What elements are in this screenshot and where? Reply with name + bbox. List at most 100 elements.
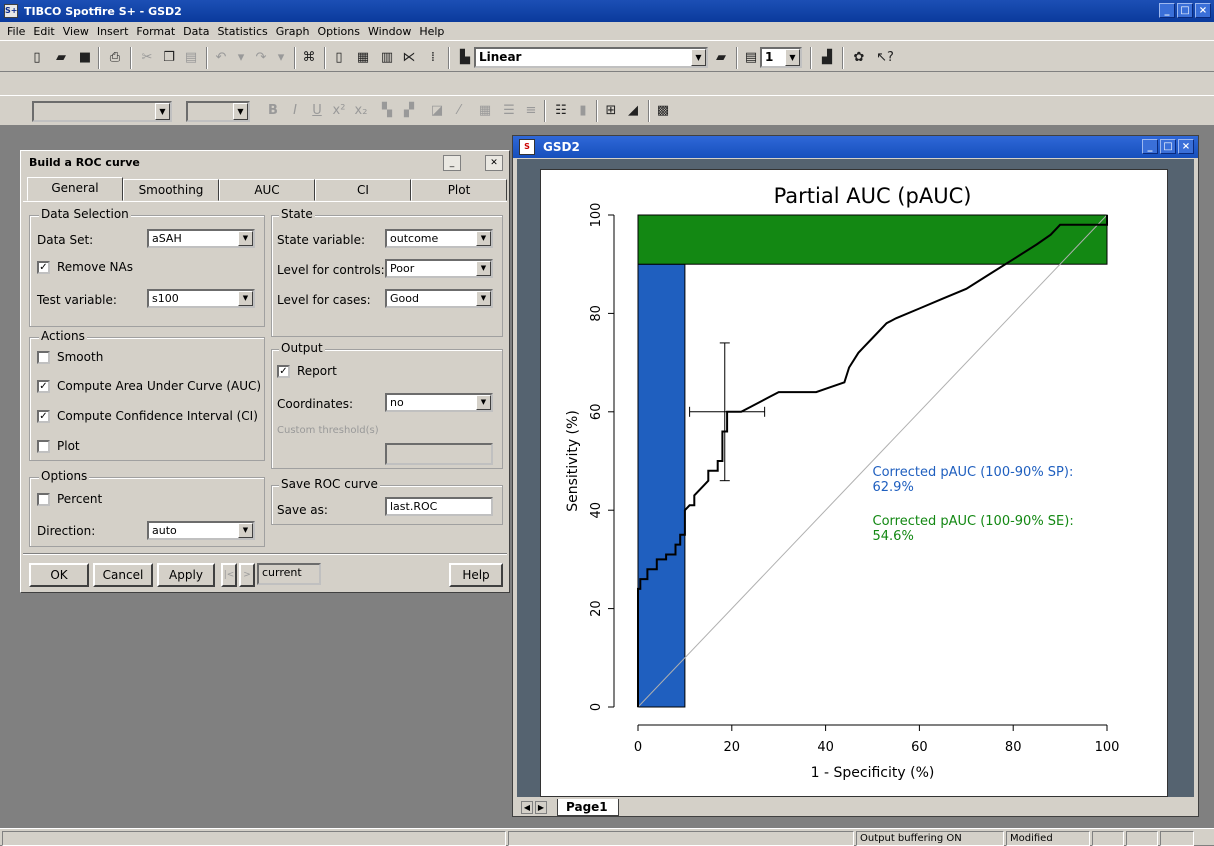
menu-window[interactable]: Window bbox=[364, 25, 415, 38]
apply-button[interactable]: Apply bbox=[157, 563, 215, 587]
plot-checkbox[interactable] bbox=[37, 440, 50, 453]
maximize-button[interactable]: □ bbox=[1177, 3, 1193, 18]
report-icon[interactable]: ▥ bbox=[378, 49, 396, 67]
tab-smoothing[interactable]: Smoothing bbox=[123, 179, 219, 201]
column-icon[interactable]: ▮ bbox=[574, 102, 592, 120]
undo-dropdown-icon[interactable]: ▾ bbox=[232, 49, 250, 67]
tab-page1[interactable]: Page1 bbox=[557, 799, 619, 816]
italic-icon[interactable]: I bbox=[286, 102, 304, 120]
graph-close-button[interactable]: × bbox=[1178, 139, 1194, 154]
chevron-down-icon[interactable]: ▼ bbox=[476, 395, 491, 410]
line-color-icon[interactable]: ⁄ bbox=[450, 102, 468, 120]
menu-statistics[interactable]: Statistics bbox=[213, 25, 271, 38]
undo-icon[interactable]: ↶ bbox=[212, 49, 230, 67]
plot-type-icon[interactable]: ▙ bbox=[456, 49, 474, 67]
object-explorer-icon[interactable]: ⌘ bbox=[300, 49, 318, 67]
level-cases-select[interactable]: Good ▼ bbox=[385, 289, 493, 308]
data-window-icon[interactable]: ▦ bbox=[354, 49, 372, 67]
chevron-down-icon[interactable]: ▼ bbox=[233, 103, 248, 120]
plot-type-select[interactable]: Linear ▼ bbox=[474, 47, 708, 68]
chart-wizard-icon[interactable]: ▟ bbox=[818, 49, 836, 67]
open-folder-icon[interactable]: ▰ bbox=[52, 49, 70, 67]
close-button[interactable]: × bbox=[1195, 3, 1211, 18]
justify-icon[interactable]: ≡ bbox=[522, 102, 540, 120]
tab-general[interactable]: General bbox=[27, 177, 123, 201]
tab-auc[interactable]: AUC bbox=[219, 179, 315, 201]
smooth-checkbox[interactable] bbox=[37, 351, 50, 364]
print-icon[interactable]: ⎙ bbox=[106, 49, 124, 67]
graph-minimize-button[interactable]: _ bbox=[1142, 139, 1158, 154]
insert-graph-icon[interactable]: ⊞ bbox=[602, 102, 620, 120]
chevron-down-icon[interactable]: ▼ bbox=[238, 231, 253, 246]
tab-ci[interactable]: CI bbox=[315, 179, 411, 201]
menu-graph[interactable]: Graph bbox=[272, 25, 314, 38]
layout-icon[interactable]: ▩ bbox=[654, 102, 672, 120]
menu-view[interactable]: View bbox=[59, 25, 93, 38]
send-back-icon[interactable]: ▞ bbox=[400, 102, 418, 120]
dialog-close-icon[interactable]: ✕ bbox=[485, 155, 503, 171]
list-view-icon[interactable]: ☷ bbox=[552, 102, 570, 120]
subscript-icon[interactable]: x₂ bbox=[352, 102, 370, 120]
dialog-minimize-icon[interactable]: _ bbox=[443, 155, 461, 171]
grid-select-icon[interactable]: ⁞ bbox=[424, 49, 442, 67]
redo-dropdown-icon[interactable]: ▾ bbox=[272, 49, 290, 67]
ok-button[interactable]: OK bbox=[29, 563, 89, 587]
context-help-icon[interactable]: ↖? bbox=[876, 49, 894, 67]
chevron-down-icon[interactable]: ▼ bbox=[476, 291, 491, 306]
menu-edit[interactable]: Edit bbox=[29, 25, 58, 38]
bold-icon[interactable]: B bbox=[264, 102, 282, 120]
help-button[interactable]: Help bbox=[449, 563, 503, 587]
previous-icon[interactable]: |< bbox=[221, 563, 237, 587]
chevron-down-icon[interactable]: ▼ bbox=[691, 49, 706, 66]
format-table-icon[interactable]: ▦ bbox=[476, 102, 494, 120]
compute-auc-checkbox[interactable]: ✓ bbox=[37, 380, 50, 393]
font-size-select[interactable]: ▼ bbox=[186, 101, 250, 122]
menu-options[interactable]: Options bbox=[313, 25, 363, 38]
next-icon[interactable]: > bbox=[239, 563, 255, 587]
cancel-button[interactable]: Cancel bbox=[93, 563, 153, 587]
current-field[interactable]: current bbox=[257, 563, 321, 585]
chevron-down-icon[interactable]: ▼ bbox=[155, 103, 170, 120]
redo-icon[interactable]: ↷ bbox=[252, 49, 270, 67]
chevron-down-icon[interactable]: ▼ bbox=[785, 49, 800, 66]
percent-checkbox[interactable] bbox=[37, 493, 50, 506]
menu-file[interactable]: File bbox=[3, 25, 29, 38]
cut-columns-icon[interactable]: ⋉ bbox=[400, 49, 418, 67]
tab-scroll-left-icon[interactable]: ◀ bbox=[521, 801, 533, 814]
menu-format[interactable]: Format bbox=[132, 25, 179, 38]
page-count-select[interactable]: 1 ▼ bbox=[760, 47, 802, 68]
copy-icon[interactable]: ❐ bbox=[160, 49, 178, 67]
superscript-icon[interactable]: x² bbox=[330, 102, 348, 120]
test-variable-select[interactable]: s100 ▼ bbox=[147, 289, 255, 308]
fill-color-icon[interactable]: ◪ bbox=[428, 102, 446, 120]
chevron-down-icon[interactable]: ▼ bbox=[238, 523, 253, 538]
graph-maximize-button[interactable]: □ bbox=[1160, 139, 1176, 154]
font-name-select[interactable]: ▼ bbox=[32, 101, 172, 122]
chevron-down-icon[interactable]: ▼ bbox=[476, 261, 491, 276]
chevron-down-icon[interactable]: ▼ bbox=[238, 291, 253, 306]
menu-data[interactable]: Data bbox=[179, 25, 213, 38]
state-variable-select[interactable]: outcome ▼ bbox=[385, 229, 493, 248]
remove-nas-checkbox[interactable]: ✓ bbox=[37, 261, 50, 274]
save-icon[interactable]: ■ bbox=[76, 49, 94, 67]
underline-icon[interactable]: U bbox=[308, 102, 326, 120]
coordinates-select[interactable]: no ▼ bbox=[385, 393, 493, 412]
align-icon[interactable]: ☰ bbox=[500, 102, 518, 120]
menu-insert[interactable]: Insert bbox=[93, 25, 133, 38]
minimize-button[interactable]: _ bbox=[1159, 3, 1175, 18]
compute-ci-checkbox[interactable]: ✓ bbox=[37, 410, 50, 423]
menu-help[interactable]: Help bbox=[415, 25, 448, 38]
new-file-icon[interactable]: ▯ bbox=[28, 49, 46, 67]
plot-style-icon[interactable]: ▰ bbox=[712, 49, 730, 67]
graph-options-icon[interactable]: ✿ bbox=[850, 49, 868, 67]
paste-icon[interactable]: ▤ bbox=[182, 49, 200, 67]
bring-front-icon[interactable]: ▚ bbox=[378, 102, 396, 120]
page-icon[interactable]: ▤ bbox=[742, 49, 760, 67]
save-as-input[interactable]: last.ROC bbox=[385, 497, 493, 516]
chevron-down-icon[interactable]: ▼ bbox=[476, 231, 491, 246]
level-controls-select[interactable]: Poor ▼ bbox=[385, 259, 493, 278]
insert-object-icon[interactable]: ◢ bbox=[624, 102, 642, 120]
custom-threshold-input[interactable] bbox=[385, 443, 493, 465]
roc-chart[interactable]: Partial AUC (pAUC) 0 20 40 60 80 100 0 20 40 60 80 1… bbox=[541, 170, 1169, 798]
new-page-icon[interactable]: ▯ bbox=[330, 49, 348, 67]
